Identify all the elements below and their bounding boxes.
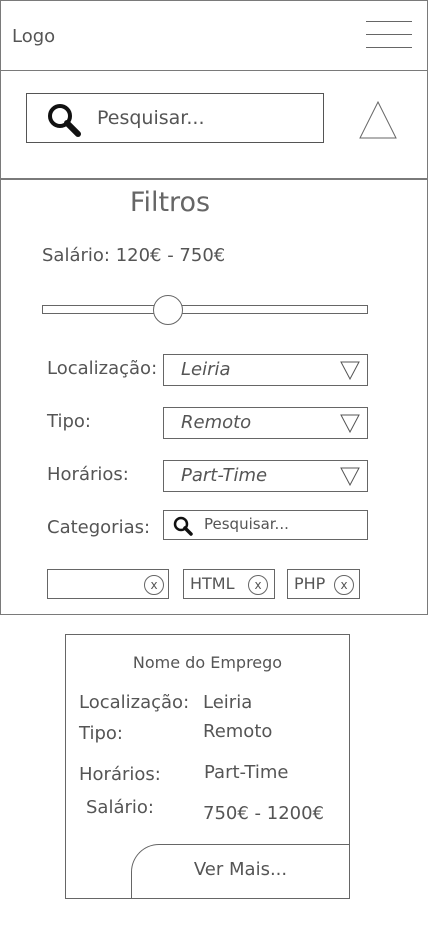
- type-value: Remoto: [181, 412, 252, 433]
- category-chip-html: HTML x: [183, 569, 275, 599]
- type-select[interactable]: Remoto: [163, 407, 368, 439]
- triangle-down-icon: [340, 414, 360, 433]
- search-placeholder: Pesquisar...: [97, 107, 205, 129]
- job-hours-label: Horários:: [79, 764, 161, 785]
- hours-label: Horários:: [47, 464, 129, 485]
- close-circle-icon[interactable]: x: [144, 575, 164, 595]
- close-circle-icon[interactable]: x: [248, 575, 268, 595]
- triangle-down-icon: [340, 361, 360, 380]
- hours-select[interactable]: Part-Time: [163, 460, 368, 492]
- categories-search-input[interactable]: Pesquisar...: [163, 510, 368, 540]
- job-title: Nome do Emprego: [132, 653, 283, 672]
- logo[interactable]: Logo: [12, 26, 55, 47]
- type-label: Tipo:: [47, 411, 91, 432]
- top-header: [0, 0, 428, 71]
- hamburger-menu-icon[interactable]: [366, 21, 412, 49]
- view-more-label[interactable]: Ver Mais...: [131, 859, 350, 880]
- filters-title: Filtros: [129, 187, 211, 218]
- hours-value: Part-Time: [181, 465, 268, 486]
- categories-label: Categorias:: [47, 517, 151, 538]
- search-icon: [48, 104, 81, 137]
- chip-label: HTML: [190, 574, 235, 593]
- triangle-up-icon[interactable]: [358, 99, 398, 141]
- category-chip-php: PHP x: [287, 569, 360, 599]
- job-salary-label: Salário:: [86, 797, 154, 818]
- job-type-label: Tipo:: [79, 723, 123, 744]
- salary-range-label: Salário: 120€ - 750€: [42, 245, 226, 266]
- categories-search-placeholder: Pesquisar...: [204, 515, 289, 533]
- location-value: Leiria: [181, 359, 231, 380]
- location-label: Localização:: [47, 358, 158, 379]
- job-type-value: Remoto: [203, 721, 273, 742]
- search-icon: [173, 516, 193, 536]
- category-chip: x: [47, 569, 169, 599]
- location-select[interactable]: Leiria: [163, 354, 368, 386]
- job-salary-value: 750€ - 1200€: [203, 803, 325, 824]
- close-circle-icon[interactable]: x: [334, 575, 354, 595]
- search-input[interactable]: Pesquisar...: [26, 93, 324, 143]
- salary-slider-track[interactable]: [42, 305, 368, 314]
- job-location-label: Localização:: [79, 692, 190, 713]
- job-hours-value: Part-Time: [204, 762, 289, 783]
- triangle-down-icon: [340, 467, 360, 486]
- job-location-value: Leiria: [203, 692, 253, 713]
- chip-label: PHP: [294, 574, 326, 593]
- salary-slider-thumb[interactable]: [152, 295, 183, 325]
- filters-panel: [0, 178, 428, 615]
